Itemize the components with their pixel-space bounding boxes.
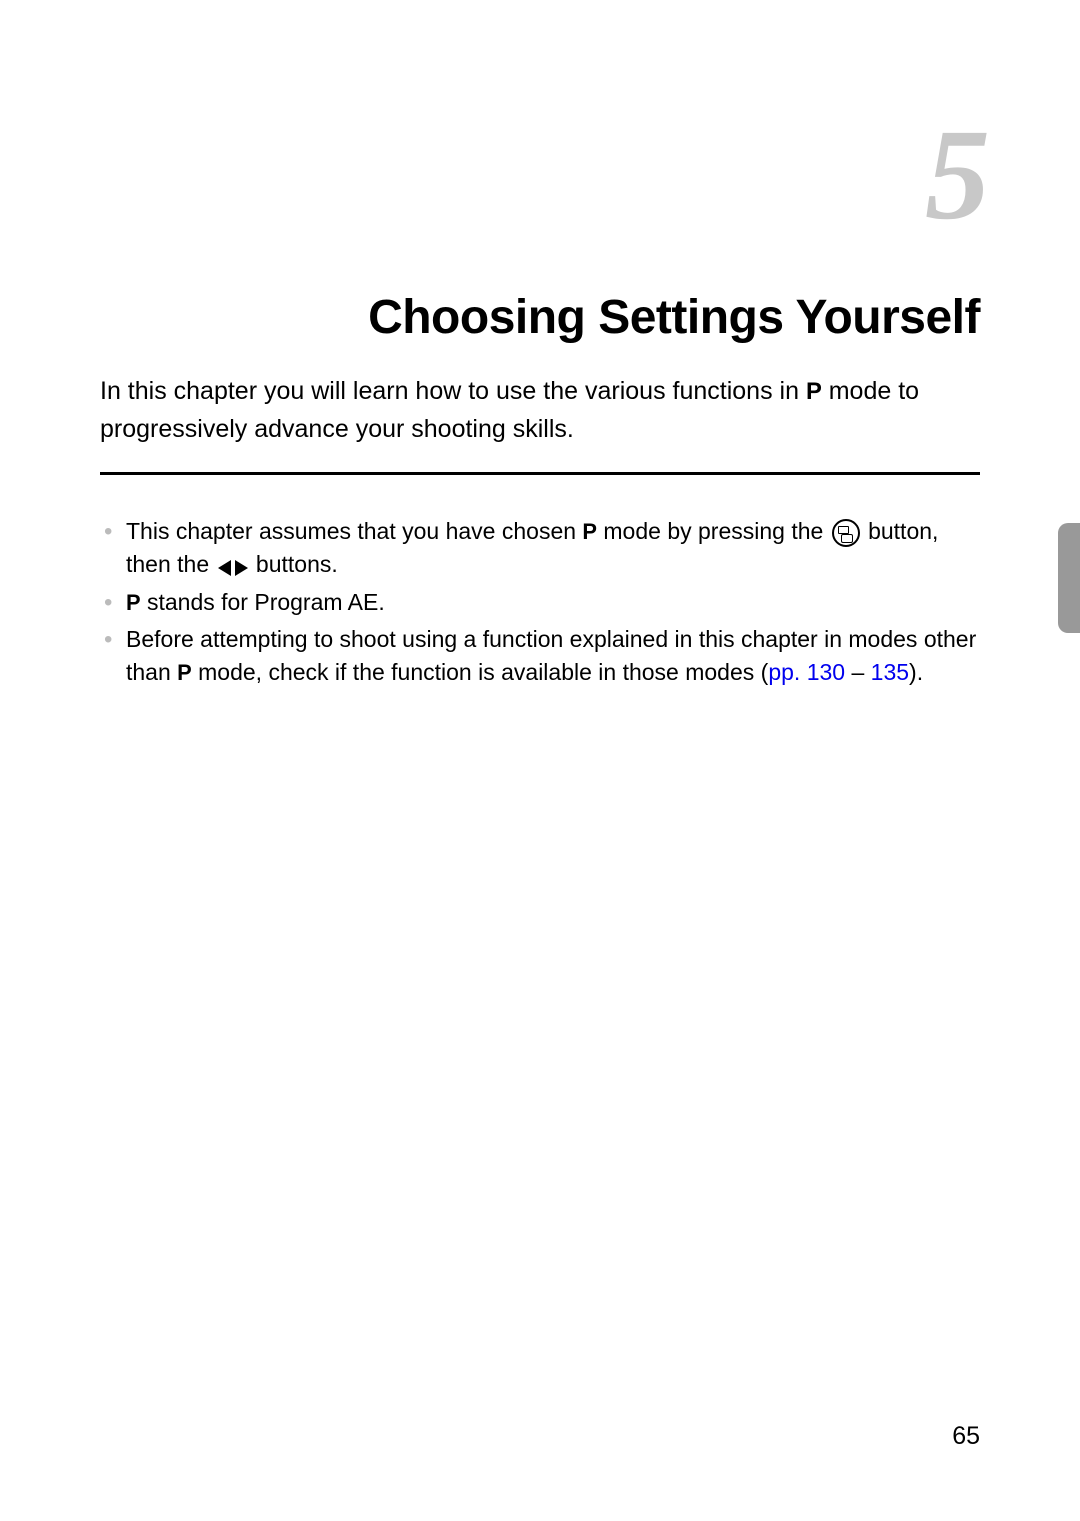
page-reference-link[interactable]: 135 (871, 659, 909, 685)
list-item: P stands for Program AE. (100, 586, 980, 619)
p-mode-icon: P (806, 374, 822, 410)
bullet-list: This chapter assumes that you have chose… (100, 515, 980, 690)
thumb-tab (1058, 523, 1080, 633)
bullet-text: buttons. (250, 551, 338, 577)
chapter-number: 5 (100, 100, 990, 250)
bullet-text: mode by pressing the (597, 518, 830, 544)
list-item: This chapter assumes that you have chose… (100, 515, 980, 582)
bullet-text: stands for Program AE. (141, 589, 385, 615)
page-reference-link[interactable]: pp. 130 (768, 659, 845, 685)
p-mode-icon: P (582, 516, 597, 548)
p-mode-icon: P (177, 657, 192, 689)
dash-text: – (845, 659, 871, 685)
paren-close: ). (909, 659, 923, 685)
bullet-text: This chapter assumes that you have chose… (126, 518, 582, 544)
left-right-arrows-icon (218, 555, 248, 578)
mode-button-icon (832, 519, 860, 547)
p-mode-icon: P (126, 587, 141, 619)
page-number: 65 (952, 1422, 980, 1451)
bullet-text: mode, check if the function is available… (192, 659, 761, 685)
intro-text-1: In this chapter you will learn how to us… (100, 377, 806, 405)
list-item: Before attempting to shoot using a funct… (100, 623, 980, 690)
manual-page: 5 Choosing Settings Yourself In this cha… (0, 0, 1080, 1521)
chapter-title: Choosing Settings Yourself (100, 290, 980, 345)
chapter-intro: In this chapter you will learn how to us… (100, 373, 980, 475)
